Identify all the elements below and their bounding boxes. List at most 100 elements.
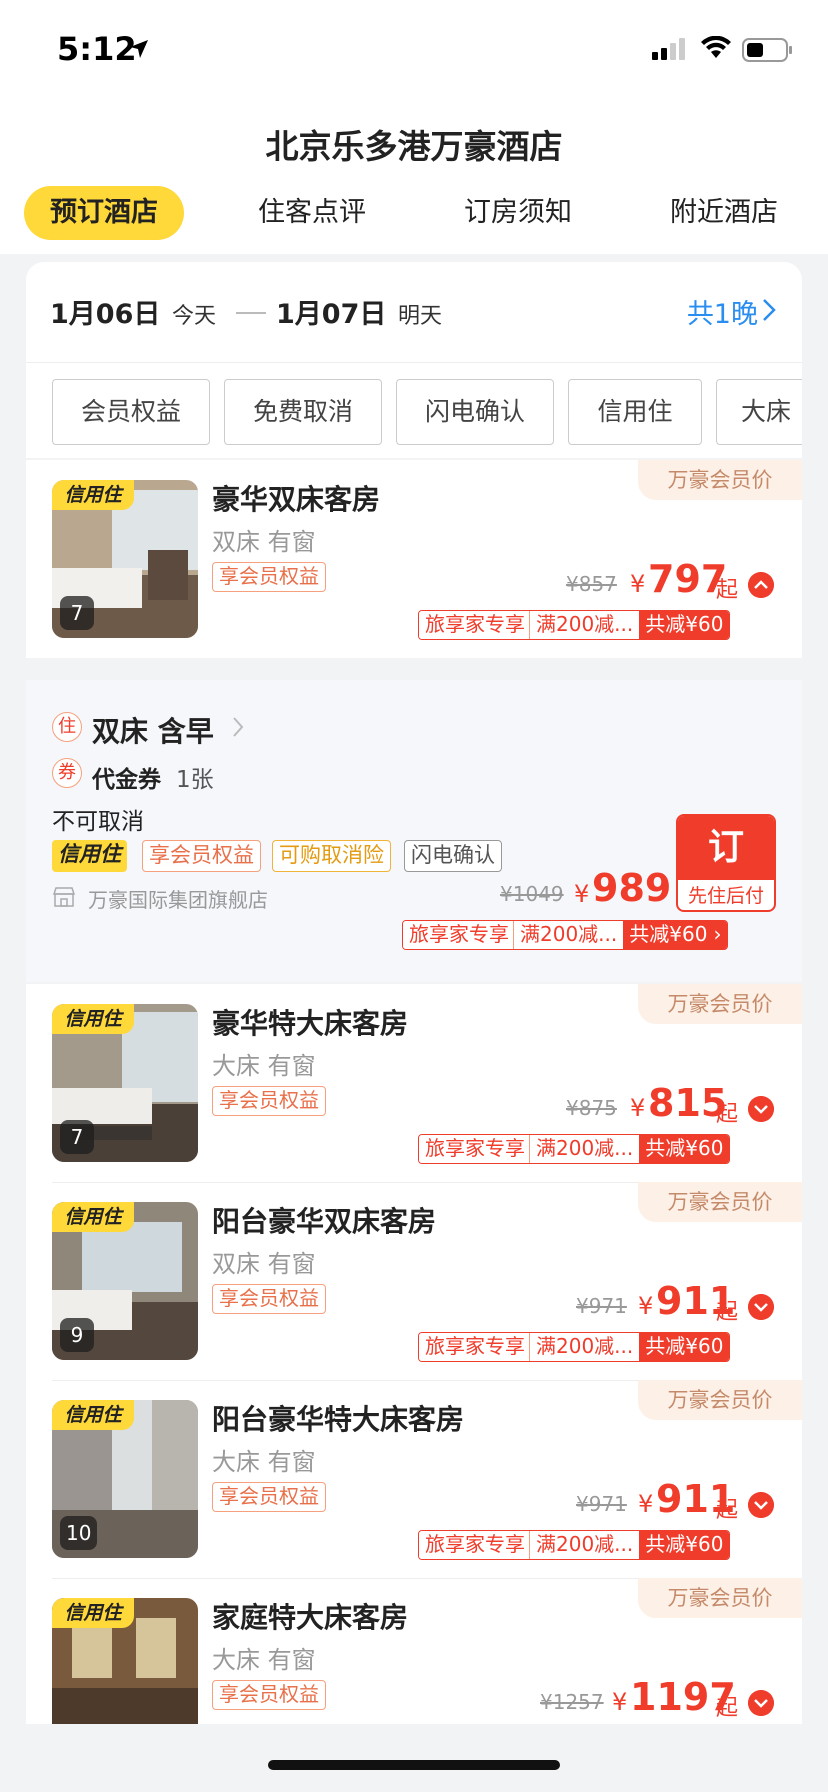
room-photo[interactable]: 信用住 10 xyxy=(52,1400,198,1558)
promo-name: 旅享家专享 xyxy=(403,921,513,949)
original-price: ¥1257 xyxy=(540,1690,604,1714)
room-bed-window: 大床 有窗 xyxy=(212,1448,316,1476)
book-label: 订 xyxy=(678,816,774,880)
promo-total: 共减¥60 xyxy=(639,1531,730,1559)
checkin-label: 今天 xyxy=(172,304,217,329)
credit-stay-tag: 信用住 xyxy=(52,1202,134,1232)
room-card[interactable]: 信用住 7 豪华双床客房 双床 有窗 享会员权益 万豪会员价 ¥857 ¥ 79… xyxy=(26,460,802,658)
credit-stay-tag: 信用住 xyxy=(52,480,134,510)
status-time: 5:12 xyxy=(57,30,137,68)
promo-name: 旅享家专享 xyxy=(419,611,529,639)
rate-plan-title[interactable]: 双床 含早 xyxy=(92,710,214,750)
status-bar: 5:12 xyxy=(0,0,828,100)
checkout-date: 1月07日 xyxy=(276,299,387,330)
voucher-count: 1张 xyxy=(176,767,214,793)
tab-nearby-hotels[interactable]: 附近酒店 xyxy=(644,186,804,240)
currency-symbol: ¥ xyxy=(574,880,590,908)
room-bed-window: 大床 有窗 xyxy=(212,1646,316,1674)
hotel-title: 北京乐多港万豪酒店 xyxy=(265,127,563,166)
battery-icon xyxy=(742,38,792,62)
store-icon xyxy=(52,887,76,907)
promo-strip[interactable]: 旅享家专享 满200减... 共减¥60 xyxy=(418,1530,731,1560)
pay-later-label: 先住后付 xyxy=(687,885,764,907)
filter-credit-stay[interactable]: 信用住 xyxy=(568,379,702,445)
promo-total: 共减¥60 xyxy=(639,1333,730,1361)
room-name: 家庭特大床客房 xyxy=(212,1601,409,1634)
tab-guest-reviews[interactable]: 住客点评 xyxy=(232,186,392,240)
currency-symbol: ¥ xyxy=(612,1688,628,1716)
member-benefit-tag: 享会员权益 xyxy=(212,562,326,592)
room-card[interactable]: 信用住 7 豪华特大床客房 大床 有窗 享会员权益 万豪会员价 ¥875 ¥ 8… xyxy=(26,984,802,1182)
currency-symbol: ¥ xyxy=(638,1490,654,1518)
home-indicator[interactable] xyxy=(268,1760,560,1770)
original-price: ¥1049 xyxy=(500,882,564,906)
member-price-badge: 万豪会员价 xyxy=(638,460,802,500)
instant-confirm-tag: 闪电确认 xyxy=(404,840,502,872)
tab-book-hotel[interactable]: 预订酒店 xyxy=(24,186,184,240)
book-button[interactable]: 订 先住后付 xyxy=(676,814,776,912)
room-name: 阳台豪华双床客房 xyxy=(212,1205,437,1238)
member-benefit-tag: 享会员权益 xyxy=(212,1482,326,1512)
promo-strip[interactable]: 旅享家专享 满200减... 共减¥60 xyxy=(418,1332,731,1362)
photo-count-badge: 10 xyxy=(60,1516,98,1550)
promo-rule: 满200减... xyxy=(529,1135,640,1163)
date-divider xyxy=(236,312,266,314)
original-price: ¥857 xyxy=(566,572,617,596)
filter-free-cancel[interactable]: 免费取消 xyxy=(224,379,382,445)
room-name: 豪华特大床客房 xyxy=(212,1007,409,1040)
rate-plan[interactable]: 住 双床 含早 券 代金券 1张 不可取消 信用住 享会员权益 可购取消险 闪电… xyxy=(26,680,802,982)
filter-instant-confirm[interactable]: 闪电确认 xyxy=(396,379,554,445)
chevron-down-icon[interactable] xyxy=(748,1096,774,1122)
price-from-label: 起 xyxy=(716,1498,739,1523)
member-benefit-tag: 享会员权益 xyxy=(212,1680,326,1710)
filter-king-bed[interactable]: 大床 xyxy=(716,379,802,445)
member-price-badge: 万豪会员价 xyxy=(638,1578,802,1618)
chevron-down-icon[interactable] xyxy=(748,1492,774,1518)
store-name: 万豪国际集团旗舰店 xyxy=(88,888,268,912)
nights-count[interactable]: 共1晚 xyxy=(687,292,758,331)
room-card[interactable]: 信用住 9 阳台豪华双床客房 双床 有窗 享会员权益 万豪会员价 ¥971 ¥ … xyxy=(26,1182,802,1380)
date-selector[interactable]: 1月06日 今天 1月07日 明天 共1晚 xyxy=(26,262,802,362)
location-arrow-icon xyxy=(130,40,148,58)
currency-symbol: ¥ xyxy=(638,1292,654,1320)
promo-strip[interactable]: 旅享家专享 满200减... 共减¥60 xyxy=(418,610,731,640)
credit-stay-tag: 信用住 xyxy=(52,1598,134,1628)
tab-booking-notes[interactable]: 订房须知 xyxy=(438,186,598,240)
promo-strip[interactable]: 旅享家专享 满200减... 共减¥60 › xyxy=(402,920,729,950)
chevron-down-icon[interactable] xyxy=(748,1690,774,1716)
chevron-up-icon[interactable] xyxy=(748,572,774,598)
filter-member-benefits[interactable]: 会员权益 xyxy=(52,379,210,445)
photo-count-badge: 7 xyxy=(60,1120,94,1154)
photo-count-badge: 9 xyxy=(60,1318,94,1352)
photo-count-badge: 7 xyxy=(60,596,94,630)
room-photo[interactable]: 信用住 7 xyxy=(52,480,198,638)
cancel-policy: 不可取消 xyxy=(52,809,144,835)
currency-symbol: ¥ xyxy=(630,570,646,598)
original-price: ¥875 xyxy=(566,1096,617,1120)
credit-stay-tag: 信用住 xyxy=(52,840,127,872)
member-benefit-tag: 享会员权益 xyxy=(212,1086,326,1116)
price-from-label: 起 xyxy=(716,1300,739,1325)
cellular-signal-icon xyxy=(652,38,685,60)
room-card[interactable]: 信用住 10 阳台豪华特大床客房 大床 有窗 享会员权益 万豪会员价 ¥971 … xyxy=(26,1380,802,1578)
room-photo[interactable]: 信用住 7 xyxy=(52,1004,198,1162)
promo-name: 旅享家专享 xyxy=(419,1531,529,1559)
checkout-label: 明天 xyxy=(398,304,443,329)
member-benefit-tag: 享会员权益 xyxy=(212,1284,326,1314)
price-from-label: 起 xyxy=(716,1696,739,1721)
checkin-date: 1月06日 xyxy=(50,299,161,330)
filter-bar: 会员权益 免费取消 闪电确认 信用住 大床 xyxy=(26,362,802,458)
chevron-down-icon[interactable] xyxy=(748,1294,774,1320)
promo-total: 共减¥60 xyxy=(623,921,714,949)
promo-strip[interactable]: 旅享家专享 满200减... 共减¥60 xyxy=(418,1134,731,1164)
room-photo[interactable]: 信用住 xyxy=(52,1598,198,1724)
chevron-right-icon xyxy=(763,299,776,321)
room-card[interactable]: 信用住 家庭特大床客房 大床 有窗 享会员权益 万豪会员价 ¥1257 ¥ 11… xyxy=(26,1578,802,1724)
room-name: 豪华双床客房 xyxy=(212,483,381,516)
wifi-icon xyxy=(701,36,731,58)
original-price: ¥971 xyxy=(576,1294,627,1318)
member-benefit-tag: 享会员权益 xyxy=(142,840,261,872)
room-photo[interactable]: 信用住 9 xyxy=(52,1202,198,1360)
promo-rule: 满200减... xyxy=(513,921,624,949)
hotel-header: 北京乐多港万豪酒店 预订酒店 住客点评 订房须知 附近酒店 xyxy=(0,100,828,254)
